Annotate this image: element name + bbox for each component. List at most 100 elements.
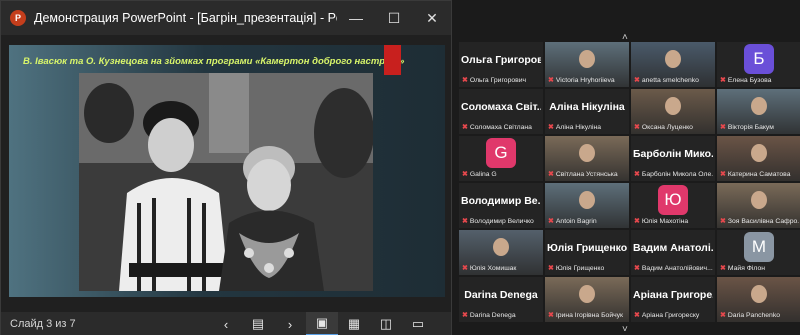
participant-name-label: ✖ Барболін Микола Оле... [634, 170, 713, 179]
participant-name: Юлія Грищенко [555, 264, 605, 272]
participant-name-label: ✖ Оксана Луценко [634, 123, 713, 132]
participant-tile[interactable]: Володимир Ве... ✖ Володимир Величко [459, 183, 543, 228]
muted-mic-icon: ✖ [634, 77, 640, 84]
title-bar[interactable]: P Демонстрация PowerPoint - [Багрін_през… [1, 1, 451, 35]
participant-name-label: ✖ Antoin Bagrin [548, 217, 627, 226]
slide-accent-bar [384, 45, 401, 75]
participant-avatar: G [486, 138, 516, 168]
participant-name-label: ✖ Darina Denega [462, 311, 541, 320]
participant-face [493, 238, 509, 256]
participant-face [665, 50, 681, 68]
participant-face [579, 191, 595, 209]
participant-name-label: ✖ Соломаха Світлана [462, 123, 541, 132]
participant-tile[interactable]: Darina Denega ✖ Darina Denega [459, 277, 543, 322]
slide-photo [79, 73, 373, 291]
participant-tile[interactable]: Вадим Анатолі... ✖ Вадим Анатолійович... [631, 230, 715, 275]
participant-name-label: ✖ Володимир Величко [462, 217, 541, 226]
participant-name-label: ✖ Світлана Устянська [548, 170, 627, 179]
participant-name-label: ✖ Катерина Саматова [720, 170, 799, 179]
desktop: P Демонстрация PowerPoint - [Багрін_през… [0, 0, 800, 335]
participant-display-name: Соломаха Світ... [461, 101, 541, 113]
participant-tile[interactable]: ✖ Катерина Саматова [717, 136, 800, 181]
participant-tile[interactable]: ✖ Юлія Хомишак [459, 230, 543, 275]
participant-face [751, 285, 767, 303]
participant-face [579, 285, 595, 303]
participant-tile[interactable]: ✖ anetta smelchenko [631, 42, 715, 87]
participant-name-label: ✖ Daria Panchenko [720, 311, 799, 320]
participant-display-name: Володимир Ве... [461, 195, 541, 207]
participant-name: anetta smelchenko [641, 76, 699, 84]
participant-tile[interactable]: ✖ Світлана Устянська [545, 136, 629, 181]
participant-display-name: Аріана Григоре... [633, 289, 713, 301]
participant-tile[interactable]: Соломаха Світ... ✖ Соломаха Світлана [459, 89, 543, 134]
window-title: Демонстрация PowerPoint - [Багрін_презен… [34, 11, 337, 25]
normal-view-icon[interactable]: ▣ [306, 312, 338, 335]
participant-tile[interactable]: М ✖ Майя Філон [717, 230, 800, 275]
participant-name: Юлія Хомишак [469, 264, 517, 272]
participant-name-label: ✖ Зоя Василівна Сафро... [720, 217, 799, 226]
muted-mic-icon: ✖ [634, 265, 640, 272]
participant-name-label: ✖ Юлія Махотіна [634, 217, 713, 226]
minimize-button[interactable]: — [337, 1, 375, 35]
previous-slide-icon[interactable]: ‹ [210, 312, 242, 335]
scroll-down-icon[interactable]: ˅ [622, 324, 628, 335]
participant-tile[interactable]: ✖ Вікторія Бакум [717, 89, 800, 134]
participant-tile[interactable]: Барболін Мико... ✖ Барболін Микола Оле... [631, 136, 715, 181]
participant-name: Ольга Григорович [469, 76, 527, 84]
participant-tile[interactable]: Юлія Грищенко ✖ Юлія Грищенко [545, 230, 629, 275]
notes-icon[interactable]: ▤ [242, 312, 274, 335]
participant-name: Victoria Hryhoriieva [555, 76, 615, 84]
participant-tile[interactable]: ✖ Victoria Hryhoriieva [545, 42, 629, 87]
slideshow-icon[interactable]: ▭ [402, 312, 434, 335]
participant-tile[interactable]: Аріана Григоре... ✖ Аріана Григореску [631, 277, 715, 322]
participant-tile[interactable]: Аліна Нікуліна ✖ Аліна Нікуліна [545, 89, 629, 134]
participant-tile[interactable]: G ✖ Galina G [459, 136, 543, 181]
participant-name: Galina G [469, 170, 497, 178]
participant-name: Майя Філон [727, 264, 766, 272]
participant-tile[interactable]: ✖ Оксана Луценко [631, 89, 715, 134]
close-button[interactable]: ✕ [413, 1, 451, 35]
participant-display-name: Барболін Мико... [633, 148, 713, 160]
next-slide-icon[interactable]: › [274, 312, 306, 335]
participant-name: Antoin Bagrin [555, 217, 597, 225]
participant-tile[interactable]: ✖ Antoin Bagrin [545, 183, 629, 228]
participant-tile[interactable]: ✖ Daria Panchenko [717, 277, 800, 322]
slide-sorter-icon[interactable]: ▦ [338, 312, 370, 335]
slide-photo-image [79, 73, 373, 291]
participant-display-name: Вадим Анатолі... [633, 242, 713, 254]
muted-mic-icon: ✖ [462, 265, 468, 272]
maximize-button[interactable]: ☐ [375, 1, 413, 35]
muted-mic-icon: ✖ [462, 312, 468, 319]
muted-mic-icon: ✖ [548, 124, 554, 131]
participant-name: Зоя Василівна Сафро... [727, 217, 799, 225]
muted-mic-icon: ✖ [634, 218, 640, 225]
participant-name: Соломаха Світлана [469, 123, 532, 131]
participant-tile[interactable]: Б ✖ Елена Бузова [717, 42, 800, 87]
participant-face [751, 97, 767, 115]
participant-tile[interactable]: ✖ Ірина Ігорівна Бойчук [545, 277, 629, 322]
powerpoint-icon: P [10, 10, 26, 26]
muted-mic-icon: ✖ [720, 171, 726, 178]
participant-name: Аліна Нікуліна [555, 123, 602, 131]
participant-tile[interactable]: ✖ Зоя Василівна Сафро... [717, 183, 800, 228]
participant-name-label: ✖ Аріана Григореску [634, 311, 713, 320]
participant-face [751, 191, 767, 209]
participant-display-name: Darina Denega [464, 289, 538, 301]
participant-name-label: ✖ anetta smelchenko [634, 76, 713, 85]
participant-name: Darina Denega [469, 311, 516, 319]
muted-mic-icon: ✖ [720, 218, 726, 225]
participant-name: Вадим Анатолійович... [641, 264, 713, 272]
participant-tile[interactable]: Ю ✖ Юлія Махотіна [631, 183, 715, 228]
slide-view[interactable]: В. Івасюк та О. Кузнецова на зйомках про… [9, 45, 445, 297]
reading-view-icon[interactable]: ◫ [370, 312, 402, 335]
muted-mic-icon: ✖ [634, 124, 640, 131]
muted-mic-icon: ✖ [720, 124, 726, 131]
participant-name-label: ✖ Victoria Hryhoriieva [548, 76, 627, 85]
participant-name-label: ✖ Galina G [462, 170, 541, 179]
participant-tile[interactable]: Ольга Григоров... ✖Ольга Григорович [459, 42, 543, 87]
muted-mic-icon: ✖ [462, 124, 468, 131]
muted-mic-icon: ✖ [548, 312, 554, 319]
muted-mic-icon: ✖ [462, 218, 468, 225]
participant-name: Оксана Луценко [641, 123, 693, 131]
muted-mic-icon: ✖ [548, 171, 554, 178]
